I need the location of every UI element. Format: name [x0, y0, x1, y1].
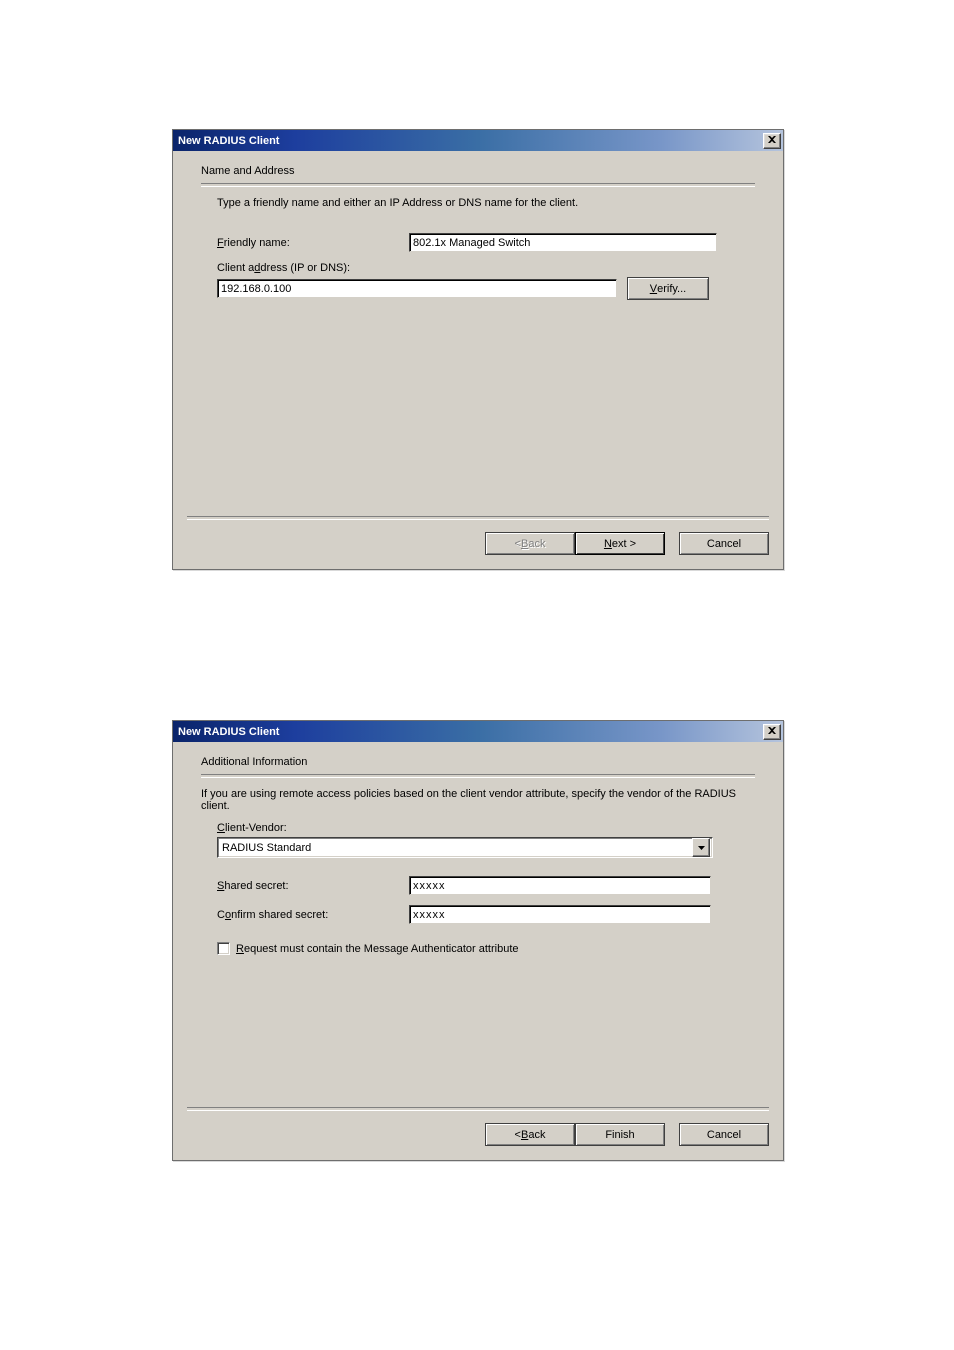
cancel-button[interactable]: Cancel — [679, 532, 769, 555]
client-address-row: Verify... — [217, 277, 755, 300]
form-area: If you are using remote access policies … — [201, 788, 755, 955]
chevron-down-icon — [692, 838, 710, 857]
message-authenticator-checkbox[interactable] — [217, 942, 230, 955]
client-vendor-value: RADIUS Standard — [222, 842, 311, 854]
confirm-secret-input[interactable] — [409, 905, 711, 924]
confirm-secret-label: Confirm shared secret: — [217, 909, 409, 921]
back-button[interactable]: < Back — [485, 1123, 575, 1146]
titlebar: New RADIUS Client — [173, 130, 783, 151]
close-icon — [768, 135, 776, 146]
confirm-secret-row: Confirm shared secret: — [217, 905, 755, 924]
close-button[interactable] — [763, 724, 781, 740]
page: New RADIUS Client Name and Address Type … — [0, 0, 954, 1350]
dialog-content: Additional Information If you are using … — [173, 742, 783, 955]
instruction-text: Type a friendly name and either an IP Ad… — [217, 197, 755, 209]
finish-button[interactable]: Finish — [575, 1123, 665, 1146]
dialog-new-radius-client-step2: New RADIUS Client Additional Information… — [172, 720, 784, 1161]
shared-secret-input[interactable] — [409, 876, 711, 895]
heading-separator — [201, 183, 755, 187]
section-heading: Additional Information — [201, 756, 755, 768]
client-vendor-combobox[interactable]: RADIUS Standard — [217, 837, 713, 858]
nav-area: < Back Next > Cancel — [187, 516, 769, 555]
message-authenticator-row: Request must contain the Message Authent… — [217, 942, 755, 955]
heading-separator — [201, 774, 755, 778]
friendly-name-row: Friendly name: — [217, 233, 755, 252]
titlebar: New RADIUS Client — [173, 721, 783, 742]
nav-buttons: < Back Finish Cancel — [187, 1123, 769, 1146]
client-address-input[interactable] — [217, 279, 617, 298]
titlebar-title: New RADIUS Client — [178, 726, 279, 738]
cancel-button[interactable]: Cancel — [679, 1123, 769, 1146]
client-address-label: Client address (IP or DNS): — [217, 262, 755, 274]
nav-separator — [187, 1107, 769, 1111]
nav-separator — [187, 516, 769, 520]
dialog-new-radius-client-step1: New RADIUS Client Name and Address Type … — [172, 129, 784, 570]
back-button: < Back — [485, 532, 575, 555]
friendly-name-input[interactable] — [409, 233, 717, 252]
verify-button[interactable]: Verify... — [627, 277, 709, 300]
client-address-block: Client address (IP or DNS): Verify... — [217, 262, 755, 300]
client-vendor-label: Client-Vendor: — [217, 822, 755, 834]
next-button[interactable]: Next > — [575, 532, 665, 555]
close-button[interactable] — [763, 133, 781, 149]
nav-buttons: < Back Next > Cancel — [187, 532, 769, 555]
form-area: Type a friendly name and either an IP Ad… — [201, 197, 755, 300]
close-icon — [768, 726, 776, 737]
friendly-name-label: Friendly name: — [217, 237, 409, 249]
message-authenticator-label: Request must contain the Message Authent… — [236, 943, 519, 955]
nav-area: < Back Finish Cancel — [187, 1107, 769, 1146]
instruction-text: If you are using remote access policies … — [201, 788, 755, 812]
shared-secret-label: Shared secret: — [217, 880, 409, 892]
titlebar-title: New RADIUS Client — [178, 135, 279, 147]
shared-secret-row: Shared secret: — [217, 876, 755, 895]
section-heading: Name and Address — [201, 165, 755, 177]
dialog-content: Name and Address Type a friendly name an… — [173, 151, 783, 300]
